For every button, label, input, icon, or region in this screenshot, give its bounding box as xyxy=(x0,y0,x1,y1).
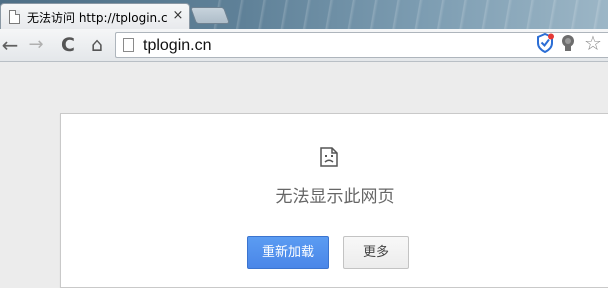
tab-strip: 无法访问 http://tplogin.c × xyxy=(0,0,608,29)
reload-icon[interactable]: C xyxy=(57,34,79,56)
sad-page-icon xyxy=(320,147,338,167)
page-icon xyxy=(9,10,20,24)
forward-arrow-icon[interactable]: → xyxy=(26,34,46,56)
error-message: 无法显示此网页 xyxy=(275,187,395,207)
address-bar[interactable]: tplogin.cn xyxy=(115,32,608,58)
browser-toolbar: ← → C ⌂ tplogin.cn xyxy=(0,29,608,62)
address-url[interactable]: tplogin.cn xyxy=(143,36,212,56)
page-icon xyxy=(123,38,134,52)
tab-title: 无法访问 http://tplogin.c xyxy=(27,11,167,25)
page-content: 无法显示此网页 重新加载 更多 xyxy=(0,63,608,288)
shield-extension-icon[interactable] xyxy=(536,33,554,53)
lightbulb-icon[interactable] xyxy=(560,34,576,53)
new-tab-button[interactable] xyxy=(189,7,231,24)
home-icon[interactable]: ⌂ xyxy=(86,34,108,56)
bookmark-star-icon[interactable]: ☆ xyxy=(582,32,604,54)
reload-button[interactable]: 重新加载 xyxy=(247,236,329,269)
tab-close-icon[interactable]: × xyxy=(171,8,185,24)
more-button[interactable]: 更多 xyxy=(343,236,409,269)
back-arrow-icon[interactable]: ← xyxy=(0,34,20,56)
active-tab[interactable]: 无法访问 http://tplogin.c × xyxy=(0,3,190,29)
error-card: 无法显示此网页 重新加载 更多 xyxy=(60,113,608,288)
